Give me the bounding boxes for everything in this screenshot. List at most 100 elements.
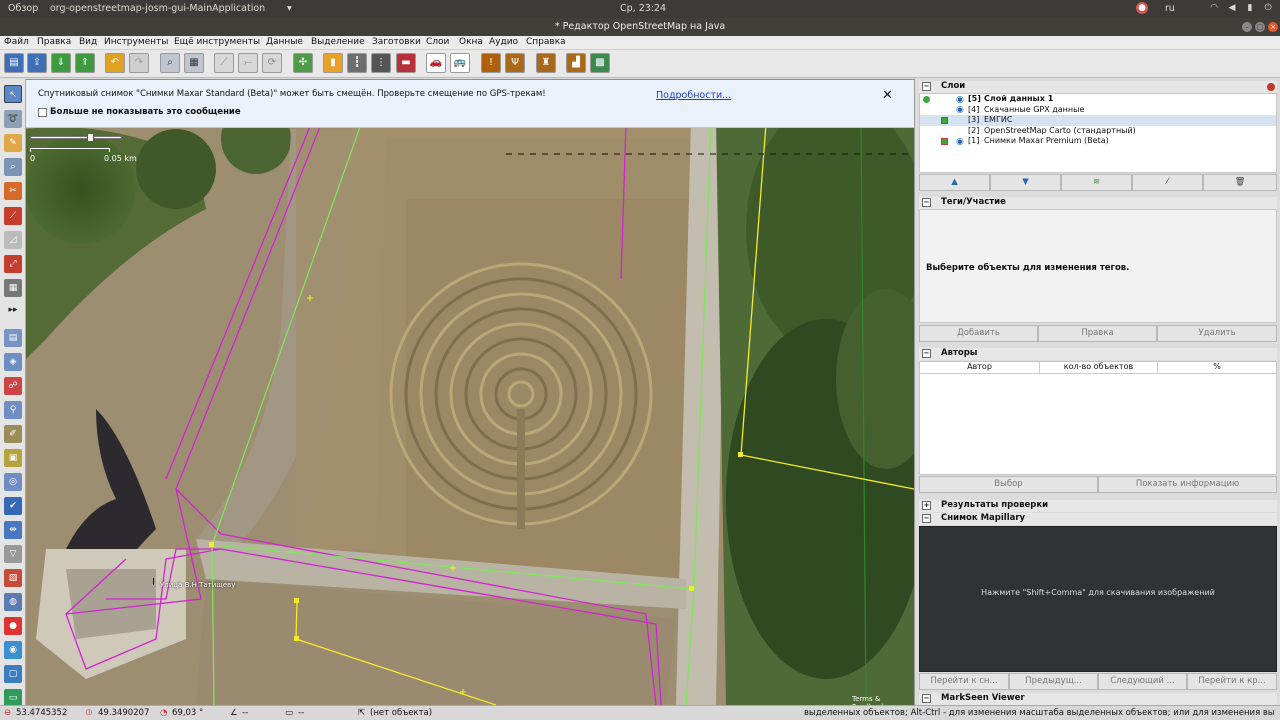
tags-panel-header[interactable]: − Теги/Участие [919,197,1277,209]
move-down-icon[interactable]: ▼ [990,174,1061,191]
preset-landuse-icon[interactable]: ▩ [590,53,610,73]
improve-way-icon[interactable]: ◿ [4,231,22,249]
opacity-icon[interactable] [941,138,948,145]
show-info-button[interactable]: Показать информацию [1098,476,1277,493]
object-value[interactable]: (нет объекта) [370,708,432,718]
expand-toggle[interactable]: + [922,501,931,510]
mapillary-panel-header[interactable]: − Снимок Mapillary [919,513,1277,525]
lasso-icon[interactable]: ➰ [4,110,22,128]
building-tool-icon[interactable]: ▦ [4,279,22,297]
collapse-toggle[interactable]: − [922,198,931,207]
maximize-icon[interactable]: □ [1255,22,1265,32]
menu-presets[interactable]: Заготовки [372,37,421,47]
merge-icon[interactable]: ≋ [1061,174,1132,191]
close-icon[interactable]: ✕ [882,88,893,103]
menu-edit[interactable]: Правка [37,37,71,47]
upload-icon[interactable]: ⇑ [75,53,95,73]
preset-building-icon[interactable]: ▬ [396,53,416,73]
latitude-value[interactable]: 53.4745352 [16,708,67,718]
zoom-mode-icon[interactable]: ⌕ [4,158,22,176]
length-value[interactable]: -- [298,708,304,718]
overpass-icon[interactable]: ◉ [4,641,22,659]
tags-toggle-icon[interactable]: ◈ [4,353,22,371]
map-view[interactable]: Улица В.Н.Татищеву I Terms & Feedback [26,79,914,705]
longitude-value[interactable]: 49.3490207 [98,708,149,718]
close-panel-icon[interactable] [1267,83,1275,91]
preset-castle-icon[interactable]: ♜ [536,53,556,73]
app-menu[interactable]: org-openstreetmap-josm-gui-MainApplicati… [50,3,265,14]
menu-layers[interactable]: Слои [426,37,449,47]
split-way-icon[interactable]: ⟋ [214,53,234,73]
edit-tag-button[interactable]: Правка [1038,325,1157,342]
duplicate-icon[interactable]: ⁄ [1132,174,1203,191]
wifi-icon[interactable]: ◠ [1208,2,1220,14]
changeset-icon[interactable]: ▣ [4,449,22,467]
delete-layer-icon[interactable]: 🗑 [1203,174,1277,191]
previous-button[interactable]: Предыдущ... [1009,673,1098,690]
close-window-icon[interactable]: × [1268,22,1278,32]
preset-traffic-light-icon[interactable]: ⋮ [371,53,391,73]
chevron-down-icon[interactable]: ▾ [287,3,292,14]
collapse-toggle[interactable]: − [922,694,931,703]
preset-food-icon[interactable]: Ψ [505,53,525,73]
col-author[interactable]: Автор [920,362,1040,374]
language-indicator[interactable]: ru [1165,3,1175,14]
opacity-slider[interactable] [30,136,122,139]
dont-show-checkbox[interactable] [38,108,47,117]
download-icon[interactable]: ⇓ [51,53,71,73]
jump-to-blue-button[interactable]: Перейти к сн... [919,673,1009,690]
layer-item[interactable]: [4] Скачанные GPX данные [920,105,1276,116]
menu-windows[interactable]: Окна [459,37,483,47]
mapillary-viewer[interactable]: Нажмите "Shift+Comma" для скачивания изо… [919,526,1277,672]
delete-mode-icon[interactable]: ✂ [4,182,22,200]
preset-industrial-icon[interactable]: ▟ [566,53,586,73]
collapse-toggle[interactable]: − [922,514,931,523]
menu-help[interactable]: Справка [526,37,566,47]
validate-icon[interactable]: ✣ [293,53,313,73]
map-pin-icon[interactable]: ● [4,617,22,635]
funnel-icon[interactable]: ▽ [4,545,22,563]
layer-item[interactable]: [2] OpenStreetMap Carto (стандартный) [920,126,1276,137]
minimize-icon[interactable]: – [1242,22,1252,32]
undo-icon[interactable]: ↶ [105,53,125,73]
layer-item-selected[interactable]: [3] ЕМГИС [920,115,1276,126]
relation-icon[interactable]: ☍ [4,377,22,395]
notes-icon[interactable]: ✐ [4,425,22,443]
clock[interactable]: Ср, 23:24 [620,3,666,14]
next-button[interactable]: Следующий ... [1098,673,1187,690]
battery-icon[interactable]: ▮ [1244,2,1256,14]
preset-car-icon[interactable]: 🚗 [426,53,446,73]
preset-rail-icon[interactable]: ┇ [347,53,367,73]
combine-way-icon[interactable]: ⤚ [238,53,258,73]
authors-panel-header[interactable]: − Авторы [919,348,1277,360]
opacity-icon[interactable] [941,117,948,124]
slider-thumb[interactable] [87,133,94,142]
col-percent[interactable]: % [1158,362,1276,374]
notice-more-link[interactable]: Подробности... [656,90,731,101]
add-tag-button[interactable]: Добавить [919,325,1038,342]
menu-audio[interactable]: Аудио [489,37,518,47]
col-count[interactable]: кол-во объектов [1040,362,1158,374]
filter-icon[interactable]: ◎ [4,473,22,491]
todo-icon[interactable]: ▨ [4,569,22,587]
select-button[interactable]: Выбор [919,476,1098,493]
heading-value[interactable]: 69,03 ° [172,708,203,718]
extrude-icon[interactable]: ⤢ [4,255,22,273]
parallel-icon[interactable]: ⟋ [4,207,22,225]
markseen-panel-header[interactable]: − MarkSeen Viewer [919,693,1277,705]
layer-item[interactable]: [5] Слой данных 1 [920,94,1276,105]
draw-icon[interactable]: ✎ [4,134,22,152]
redo-icon[interactable]: ↷ [129,53,149,73]
menu-more-tools[interactable]: Ещё инструменты [174,37,260,47]
history-icon[interactable]: ⚲ [4,401,22,419]
validation-toggle-icon[interactable]: ✔ [4,497,22,515]
preferences-icon[interactable]: ▦ [184,53,204,73]
select-mode-icon[interactable]: ↖ [4,85,22,103]
zoom-icon[interactable]: ⌕ [160,53,180,73]
collapse-toggle[interactable]: − [922,82,931,91]
conflict-icon[interactable]: ⇹ [4,521,22,539]
globe-icon[interactable]: ◍ [4,593,22,611]
overview-button[interactable]: Обзор [8,3,38,14]
layers-toggle-icon[interactable]: ▤ [4,329,22,347]
delete-tag-button[interactable]: Удалить [1157,325,1277,342]
